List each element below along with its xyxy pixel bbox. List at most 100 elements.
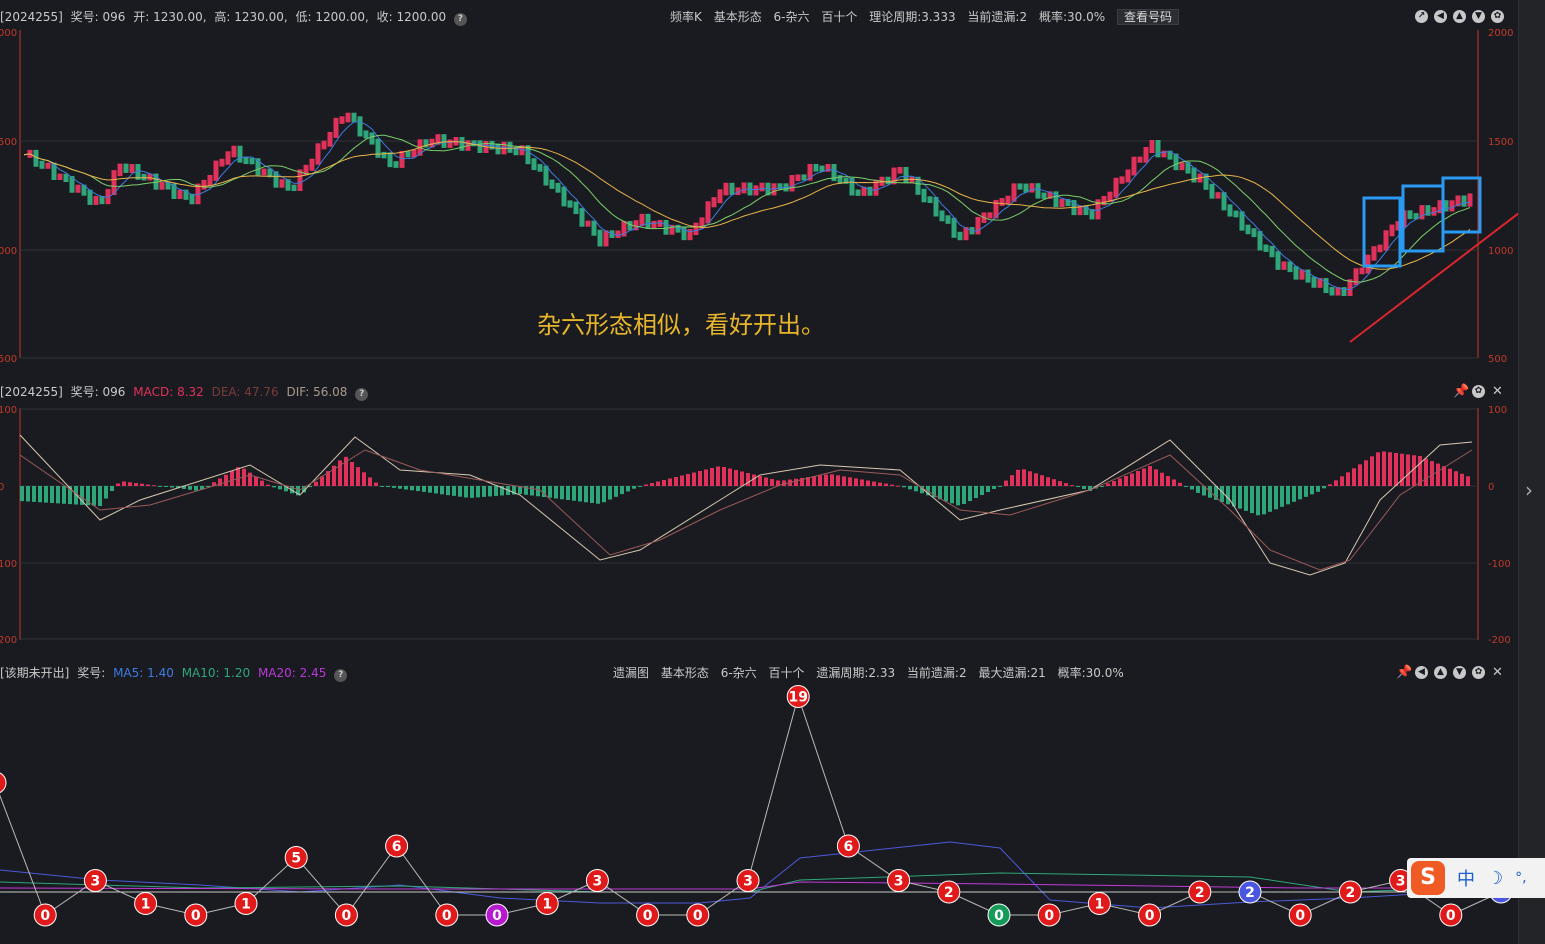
kline-candle — [327, 131, 333, 147]
macd-bar — [236, 467, 240, 486]
macd-bar — [872, 481, 876, 486]
kline-candle — [321, 140, 327, 150]
macd-bar — [830, 474, 834, 486]
kline-candle — [1269, 245, 1275, 258]
macd-bar — [110, 486, 114, 491]
macd-bar — [740, 471, 744, 486]
kline-candle — [693, 222, 699, 236]
kline-candle — [441, 134, 447, 148]
macd-bar — [974, 486, 978, 498]
ime-chinese-toggle[interactable]: 中 — [1457, 865, 1475, 891]
kline-candle — [1149, 139, 1155, 154]
miss-point-label: 1 — [1095, 897, 1105, 913]
kline-candle — [231, 145, 237, 158]
macd-bar — [368, 477, 372, 486]
macd-bar — [854, 478, 858, 486]
macd-bar — [1136, 471, 1140, 486]
macd-bar — [1334, 480, 1338, 486]
macd-bar — [662, 480, 666, 486]
kline-candle — [63, 173, 69, 183]
kline-candle — [1449, 200, 1455, 212]
macd-bar — [992, 486, 996, 489]
ime-punctuation-icon[interactable]: °, — [1515, 870, 1526, 886]
kline-candle — [201, 179, 207, 190]
macd-bar — [722, 467, 726, 486]
macd-bar — [1274, 486, 1278, 510]
kline-candle — [651, 220, 657, 229]
miss-point-label: 3 — [593, 874, 603, 890]
kline-candle — [555, 182, 561, 193]
macd-bar — [1118, 478, 1122, 486]
macd-bar — [914, 486, 918, 492]
kline-candle — [549, 179, 555, 189]
macd-bar — [1124, 476, 1128, 486]
expand-arrow-icon[interactable]: › — [1525, 478, 1533, 502]
kline-candle — [345, 112, 351, 123]
macd-bar — [1016, 469, 1020, 486]
kline-candle — [1137, 156, 1143, 163]
y-tick-label: 500 — [1488, 354, 1507, 365]
kline-candle — [1389, 224, 1395, 237]
kline-candle — [867, 186, 873, 196]
macd-bar — [26, 486, 30, 502]
macd-chart[interactable]: 100 0 -100 -200 100 0 100 200 — [0, 380, 1518, 655]
macd-bar — [314, 481, 318, 486]
y-tick-label: 0 — [1488, 482, 1494, 493]
macd-bar — [470, 486, 474, 498]
macd-bar — [1082, 486, 1086, 490]
y-tick-label: 1500 — [1488, 137, 1513, 148]
miss-pane[interactable]: [该期未开出] 奖号: MA5: 1.40 MA10: 1.20 MA20: 2… — [0, 660, 1518, 944]
miss-point-label: 3 — [894, 874, 904, 890]
macd-bar — [1166, 476, 1170, 486]
macd-bar — [560, 486, 564, 500]
ime-moon-icon[interactable]: ☽ — [1487, 868, 1503, 889]
macd-bar — [1052, 479, 1056, 486]
kline-candle — [381, 151, 387, 159]
kline-pane[interactable]: [2024255] 奖号: 096 开: 1230.00, 高: 1230.00… — [0, 0, 1518, 370]
miss-point-label: 0 — [492, 908, 502, 924]
miss-point-label: 0 — [1446, 908, 1456, 924]
macd-bar — [1364, 460, 1368, 486]
kline-candle — [675, 224, 681, 233]
macd-bar — [398, 486, 402, 489]
kline-candle — [309, 158, 315, 171]
kline-candle — [1311, 276, 1317, 288]
kline-candle — [1113, 177, 1119, 198]
macd-bar — [188, 486, 192, 490]
kline-candle — [1371, 246, 1377, 261]
macd-bar — [1346, 472, 1350, 486]
macd-bar — [1106, 483, 1110, 486]
dif-line — [19, 434, 1473, 576]
macd-bar — [1268, 486, 1272, 512]
macd-bar — [1040, 475, 1044, 486]
macd-bar — [656, 481, 660, 486]
ime-logo-icon[interactable]: S — [1411, 861, 1445, 895]
macd-bar — [1448, 468, 1452, 486]
macd-bar — [1022, 469, 1026, 486]
kline-candle — [459, 137, 465, 151]
macd-bar — [356, 467, 360, 486]
macd-bar — [434, 486, 438, 494]
miss-point-label: 2 — [1245, 885, 1255, 901]
kline-candle — [723, 182, 729, 196]
macd-bar — [170, 486, 174, 488]
macd-pane[interactable]: [2024255] 奖号: 096 MACD: 8.32 DEA: 47.76 … — [0, 380, 1518, 655]
kline-candle — [1245, 224, 1251, 235]
macd-bar — [128, 482, 132, 486]
y-tick-label: 000 — [0, 246, 17, 257]
miss-point-label: 3 — [1396, 874, 1406, 890]
miss-chart[interactable]: 0310150600130031963200102202302 — [0, 660, 1518, 944]
miss-point-label: 2 — [944, 885, 954, 901]
miss-point-label: 0 — [994, 908, 1004, 924]
miss-point-label: 1 — [141, 897, 151, 913]
macd-bar — [836, 475, 840, 486]
kline-candle — [1131, 156, 1137, 176]
kline-candle — [1059, 199, 1065, 208]
macd-bar — [1112, 481, 1116, 486]
macd-bar — [602, 486, 606, 503]
kline-candle — [531, 158, 537, 171]
macd-bar — [686, 474, 690, 486]
macd-bar — [1322, 486, 1326, 489]
ime-toolbar[interactable]: S 中 ☽ °, — [1407, 858, 1545, 898]
kline-candle — [129, 164, 135, 173]
